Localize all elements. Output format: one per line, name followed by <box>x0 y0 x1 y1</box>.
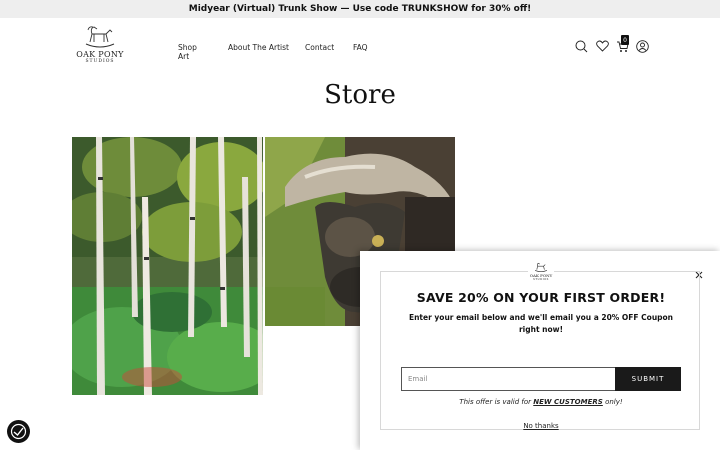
offer-note: This offer is valid for NEW CUSTOMERS on… <box>381 398 701 406</box>
site-header: OAK PONY STUDIOS Shop Art About The Arti… <box>0 18 720 78</box>
nav-faq[interactable]: FAQ <box>353 43 368 52</box>
cart-count-badge: 0 <box>621 35 629 45</box>
artwork-birch-forest[interactable] <box>72 137 263 395</box>
account-icon <box>635 39 649 53</box>
nav-about-artist[interactable]: About The Artist <box>228 43 289 52</box>
accessibility-icon <box>10 423 27 440</box>
nav-shop-art[interactable]: Shop Art <box>178 43 197 61</box>
submit-button[interactable]: SUBMIT <box>615 367 681 391</box>
logo-sub-text: STUDIOS <box>85 59 115 64</box>
nav-contact[interactable]: Contact <box>305 43 334 52</box>
offer-suffix: only! <box>605 398 623 406</box>
email-field[interactable] <box>401 367 615 391</box>
cart-button[interactable]: 0 <box>615 35 629 53</box>
popup-logo-sub-text: STUDIOS <box>533 278 549 281</box>
popup-subtext: Enter your email below and we'll email y… <box>408 313 674 334</box>
rocking-horse-logo-icon <box>534 262 548 273</box>
popup-logo: OAK PONY STUDIOS <box>528 262 554 284</box>
page-title: Store <box>324 80 396 110</box>
account-button[interactable] <box>635 39 649 53</box>
birch-forest-painting <box>72 137 263 395</box>
no-thanks-link[interactable]: No thanks <box>381 422 701 430</box>
newsletter-popup: OAK PONY STUDIOS SAVE 20% ON YOUR FIRST … <box>360 251 720 450</box>
logo-main-text: OAK PONY <box>76 50 124 59</box>
wishlist-button[interactable] <box>595 39 609 53</box>
search-icon <box>575 40 587 52</box>
popup-panel: OAK PONY STUDIOS SAVE 20% ON YOUR FIRST … <box>380 262 701 430</box>
accessibility-button[interactable] <box>7 420 30 443</box>
announcement-bar: Midyear (Virtual) Trunk Show — Use code … <box>0 0 720 18</box>
heart-icon <box>595 40 609 52</box>
rocking-horse-logo-icon <box>85 26 115 48</box>
offer-emphasis: NEW CUSTOMERS <box>533 398 603 406</box>
offer-prefix: This offer is valid for <box>459 398 532 406</box>
logo[interactable]: OAK PONY STUDIOS <box>72 24 128 70</box>
search-button[interactable] <box>574 39 588 53</box>
popup-heading: SAVE 20% ON YOUR FIRST ORDER! <box>416 290 666 305</box>
announcement-text: Midyear (Virtual) Trunk Show — Use code … <box>188 4 532 14</box>
